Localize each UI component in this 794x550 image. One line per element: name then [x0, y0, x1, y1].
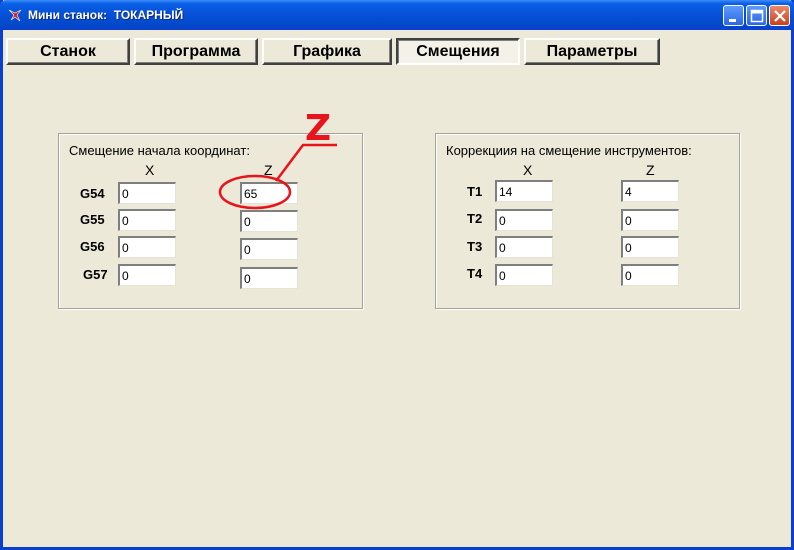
tab-bar: Станок Программа Графика Смещения Параме…: [6, 38, 666, 65]
title-bar[interactable]: Мини станок: ТОКАРНЫЙ: [0, 0, 794, 30]
t1-x-input[interactable]: [495, 180, 553, 202]
t3-x-input[interactable]: [495, 236, 553, 258]
row-label-g54: G54: [80, 186, 105, 201]
g54-x-input[interactable]: [118, 182, 176, 204]
tool-offset-group: Коррекциия на смещение инструментов: X Z…: [435, 133, 740, 309]
close-icon: [774, 10, 786, 22]
column-header-z: Z: [264, 162, 273, 178]
tab-programma[interactable]: Программа: [134, 38, 258, 65]
t2-x-input[interactable]: [495, 209, 553, 231]
coordinate-offset-group: Смещение начала координат: X Z G54 G55 G…: [58, 133, 363, 309]
maximize-button[interactable]: [746, 5, 767, 26]
row-label-t4: T4: [467, 266, 483, 281]
column-header-x: X: [523, 162, 533, 178]
tab-smescheniya[interactable]: Смещения: [396, 38, 520, 65]
group-title: Коррекциия на смещение инструментов:: [446, 143, 692, 158]
g57-x-input[interactable]: [118, 264, 176, 286]
group-title: Смещение начала координат:: [69, 143, 250, 158]
g55-x-input[interactable]: [118, 209, 176, 231]
close-button[interactable]: [769, 5, 790, 26]
minimize-icon: [729, 19, 736, 22]
column-header-z: Z: [646, 162, 655, 178]
window-title: Мини станок: ТОКАРНЫЙ: [28, 8, 184, 22]
minimize-button[interactable]: [723, 5, 744, 26]
row-label-t3: T3: [467, 239, 483, 254]
row-label-t1: T1: [467, 184, 483, 199]
t2-z-input[interactable]: [621, 209, 679, 231]
tab-parametry[interactable]: Параметры: [524, 38, 660, 65]
row-label-g55: G55: [80, 212, 105, 227]
t1-z-input[interactable]: [621, 180, 679, 202]
row-label-t2: T2: [467, 211, 483, 226]
g56-x-input[interactable]: [118, 236, 176, 258]
column-header-x: X: [145, 162, 155, 178]
g57-z-input[interactable]: [240, 267, 298, 289]
t3-z-input[interactable]: [621, 236, 679, 258]
tab-stanok[interactable]: Станок: [6, 38, 130, 65]
app-window: Мини станок: ТОКАРНЫЙ Станок Программа Г…: [0, 0, 794, 550]
maximize-icon: [750, 9, 764, 23]
t4-z-input[interactable]: [621, 264, 679, 286]
g55-z-input[interactable]: [240, 210, 298, 232]
app-logo-icon: [8, 9, 22, 22]
g54-z-input[interactable]: [240, 182, 298, 204]
row-label-g57: G57: [83, 267, 108, 282]
row-label-g56: G56: [80, 239, 105, 254]
tab-grafika[interactable]: Графика: [262, 38, 392, 65]
t4-x-input[interactable]: [495, 264, 553, 286]
g56-z-input[interactable]: [240, 238, 298, 260]
